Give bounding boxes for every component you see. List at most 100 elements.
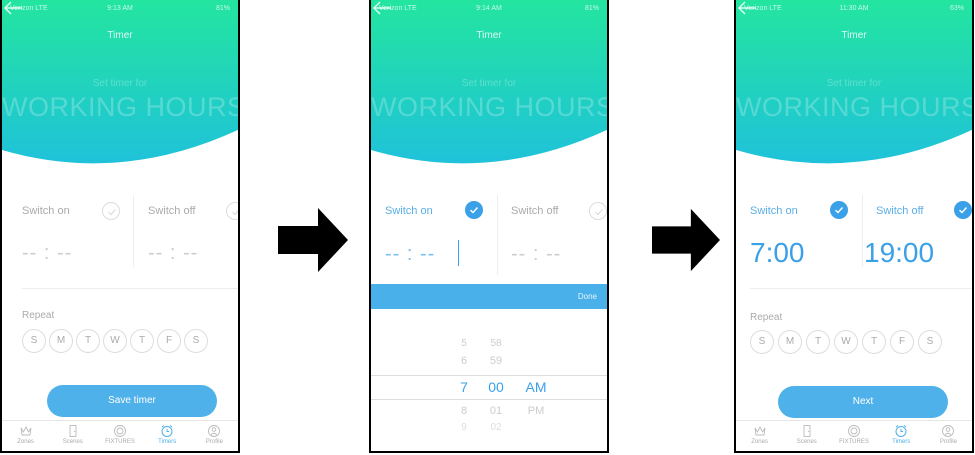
day-wednesday[interactable]: W bbox=[834, 330, 858, 354]
back-arrow-icon[interactable] bbox=[2, 0, 24, 16]
switch-on-check-icon[interactable] bbox=[830, 201, 848, 219]
picker-period-selected[interactable]: AM bbox=[521, 379, 551, 395]
picker-hour[interactable]: 9 bbox=[449, 422, 479, 433]
day-monday[interactable]: M bbox=[49, 329, 73, 353]
tab-label: Zones bbox=[751, 439, 768, 445]
tab-profile[interactable]: Profile bbox=[191, 421, 238, 451]
hero-subtitle: Set timer for bbox=[461, 78, 517, 89]
picker-minute[interactable]: 01 bbox=[481, 405, 511, 417]
switch-on-label: Switch on bbox=[385, 205, 433, 217]
profile-icon bbox=[208, 425, 221, 437]
picker-hour[interactable]: 5 bbox=[449, 338, 479, 349]
hero-subtitle: Set timer for bbox=[826, 78, 882, 89]
day-sunday[interactable]: S bbox=[22, 329, 46, 353]
switch-on-time[interactable]: -- : -- bbox=[22, 242, 72, 265]
day-sunday[interactable]: S bbox=[750, 330, 774, 354]
switch-on-time[interactable]: 7:00 bbox=[750, 237, 805, 269]
switch-on-label: Switch on bbox=[750, 205, 798, 217]
status-bar: Verizon LTE 11:30 AM 63% bbox=[736, 5, 972, 15]
tab-profile[interactable]: Profile bbox=[925, 421, 972, 451]
tab-label: Scenes bbox=[62, 439, 83, 445]
picker-minute[interactable]: 02 bbox=[481, 422, 511, 433]
day-wednesday[interactable]: W bbox=[103, 329, 127, 353]
tab-scenes[interactable]: Scenes bbox=[783, 421, 830, 451]
page-title: Timer bbox=[107, 30, 133, 41]
tab-label: Zones bbox=[17, 439, 34, 445]
tab-label: FIXTURES bbox=[839, 439, 869, 445]
tab-fixtures[interactable]: FIXTURES bbox=[830, 421, 877, 451]
tab-timers[interactable]: Timers bbox=[144, 421, 191, 451]
picker-minute[interactable]: 58 bbox=[481, 338, 511, 349]
day-saturday[interactable]: S bbox=[184, 329, 208, 353]
battery-text: 81% bbox=[215, 5, 230, 12]
tab-zones[interactable]: Zones bbox=[736, 421, 783, 451]
picker-minute[interactable]: 59 bbox=[481, 355, 511, 367]
repeat-days: S M T W T F S bbox=[22, 329, 208, 353]
day-friday[interactable]: F bbox=[890, 330, 914, 354]
picker-hour[interactable]: 6 bbox=[449, 355, 479, 367]
back-arrow-icon[interactable] bbox=[736, 0, 758, 16]
picker-minute-selected[interactable]: 00 bbox=[481, 379, 511, 395]
day-tuesday[interactable]: T bbox=[806, 330, 830, 354]
tab-zones[interactable]: Zones bbox=[2, 421, 49, 451]
text-cursor bbox=[458, 240, 459, 266]
day-friday[interactable]: F bbox=[157, 329, 181, 353]
profile-icon bbox=[942, 425, 955, 437]
day-thursday[interactable]: T bbox=[862, 330, 886, 354]
day-monday[interactable]: M bbox=[778, 330, 802, 354]
next-button[interactable]: Next bbox=[778, 386, 948, 418]
switch-on-check-icon[interactable] bbox=[102, 202, 120, 220]
page-title: Timer bbox=[476, 30, 502, 41]
crown-icon bbox=[20, 425, 32, 436]
switch-on-time[interactable]: -- : -- bbox=[385, 243, 435, 266]
page-title: Timer bbox=[841, 30, 867, 41]
back-arrow-icon[interactable] bbox=[371, 0, 393, 16]
switch-off-label: Switch off bbox=[876, 205, 924, 217]
hero-title: WORKING HOURS bbox=[2, 92, 238, 122]
clock-text: 9:13 AM bbox=[107, 5, 133, 12]
save-timer-button[interactable]: Save timer bbox=[47, 385, 217, 417]
picker-period[interactable]: PM bbox=[521, 405, 551, 417]
door-icon bbox=[69, 425, 77, 437]
switch-off-time[interactable]: -- : -- bbox=[511, 243, 561, 266]
clock-text: 11:30 AM bbox=[839, 5, 869, 12]
switch-off-label: Switch off bbox=[511, 205, 559, 217]
tab-label: Scenes bbox=[796, 439, 817, 445]
hero-header: Verizon LTE 11:30 AM 63% Timer Set timer… bbox=[736, 0, 972, 170]
switch-off-check-icon[interactable] bbox=[589, 202, 607, 220]
crown-icon bbox=[754, 425, 766, 436]
screen-timer-picker: Verizon LTE 9:14 AM 81% Timer Set timer … bbox=[369, 0, 609, 453]
alarm-clock-icon bbox=[895, 425, 907, 437]
picker-hour[interactable]: 8 bbox=[449, 405, 479, 417]
picker-hour-selected[interactable]: 7 bbox=[449, 379, 479, 395]
tab-label: Timers bbox=[892, 439, 911, 445]
hero-title: WORKING HOURS bbox=[371, 92, 607, 122]
switch-off-time[interactable]: -- : -- bbox=[148, 242, 198, 265]
alarm-clock-icon bbox=[161, 425, 173, 437]
day-thursday[interactable]: T bbox=[130, 329, 154, 353]
day-saturday[interactable]: S bbox=[918, 330, 942, 354]
tab-timers[interactable]: Timers bbox=[878, 421, 925, 451]
switch-on-label: Switch on bbox=[22, 205, 70, 217]
divider bbox=[133, 195, 134, 267]
switch-on-check-icon[interactable] bbox=[465, 201, 483, 219]
battery-text: 63% bbox=[949, 5, 964, 12]
right-arrow-icon bbox=[278, 208, 348, 272]
repeat-label: Repeat bbox=[750, 312, 783, 323]
hero-subtitle: Set timer for bbox=[92, 78, 148, 89]
done-button[interactable]: Done bbox=[578, 292, 597, 301]
screen-timer-set: Verizon LTE 11:30 AM 63% Timer Set timer… bbox=[734, 0, 974, 453]
tab-scenes[interactable]: Scenes bbox=[49, 421, 96, 451]
repeat-label: Repeat bbox=[22, 310, 55, 321]
door-icon bbox=[803, 425, 811, 437]
switch-off-check-icon[interactable] bbox=[226, 202, 238, 220]
switch-off-time[interactable]: 19:00 bbox=[864, 237, 934, 269]
screen-timer-empty: Verizon LTE 9:13 AM 81% Timer Set timer … bbox=[0, 0, 240, 453]
tab-fixtures[interactable]: FIXTURES bbox=[96, 421, 143, 451]
switch-off-check-icon[interactable] bbox=[954, 201, 972, 219]
bulb-icon bbox=[848, 425, 860, 437]
day-tuesday[interactable]: T bbox=[76, 329, 100, 353]
status-bar: Verizon LTE 9:14 AM 81% bbox=[371, 5, 607, 15]
divider bbox=[22, 288, 238, 289]
tab-label: Profile bbox=[205, 439, 223, 445]
